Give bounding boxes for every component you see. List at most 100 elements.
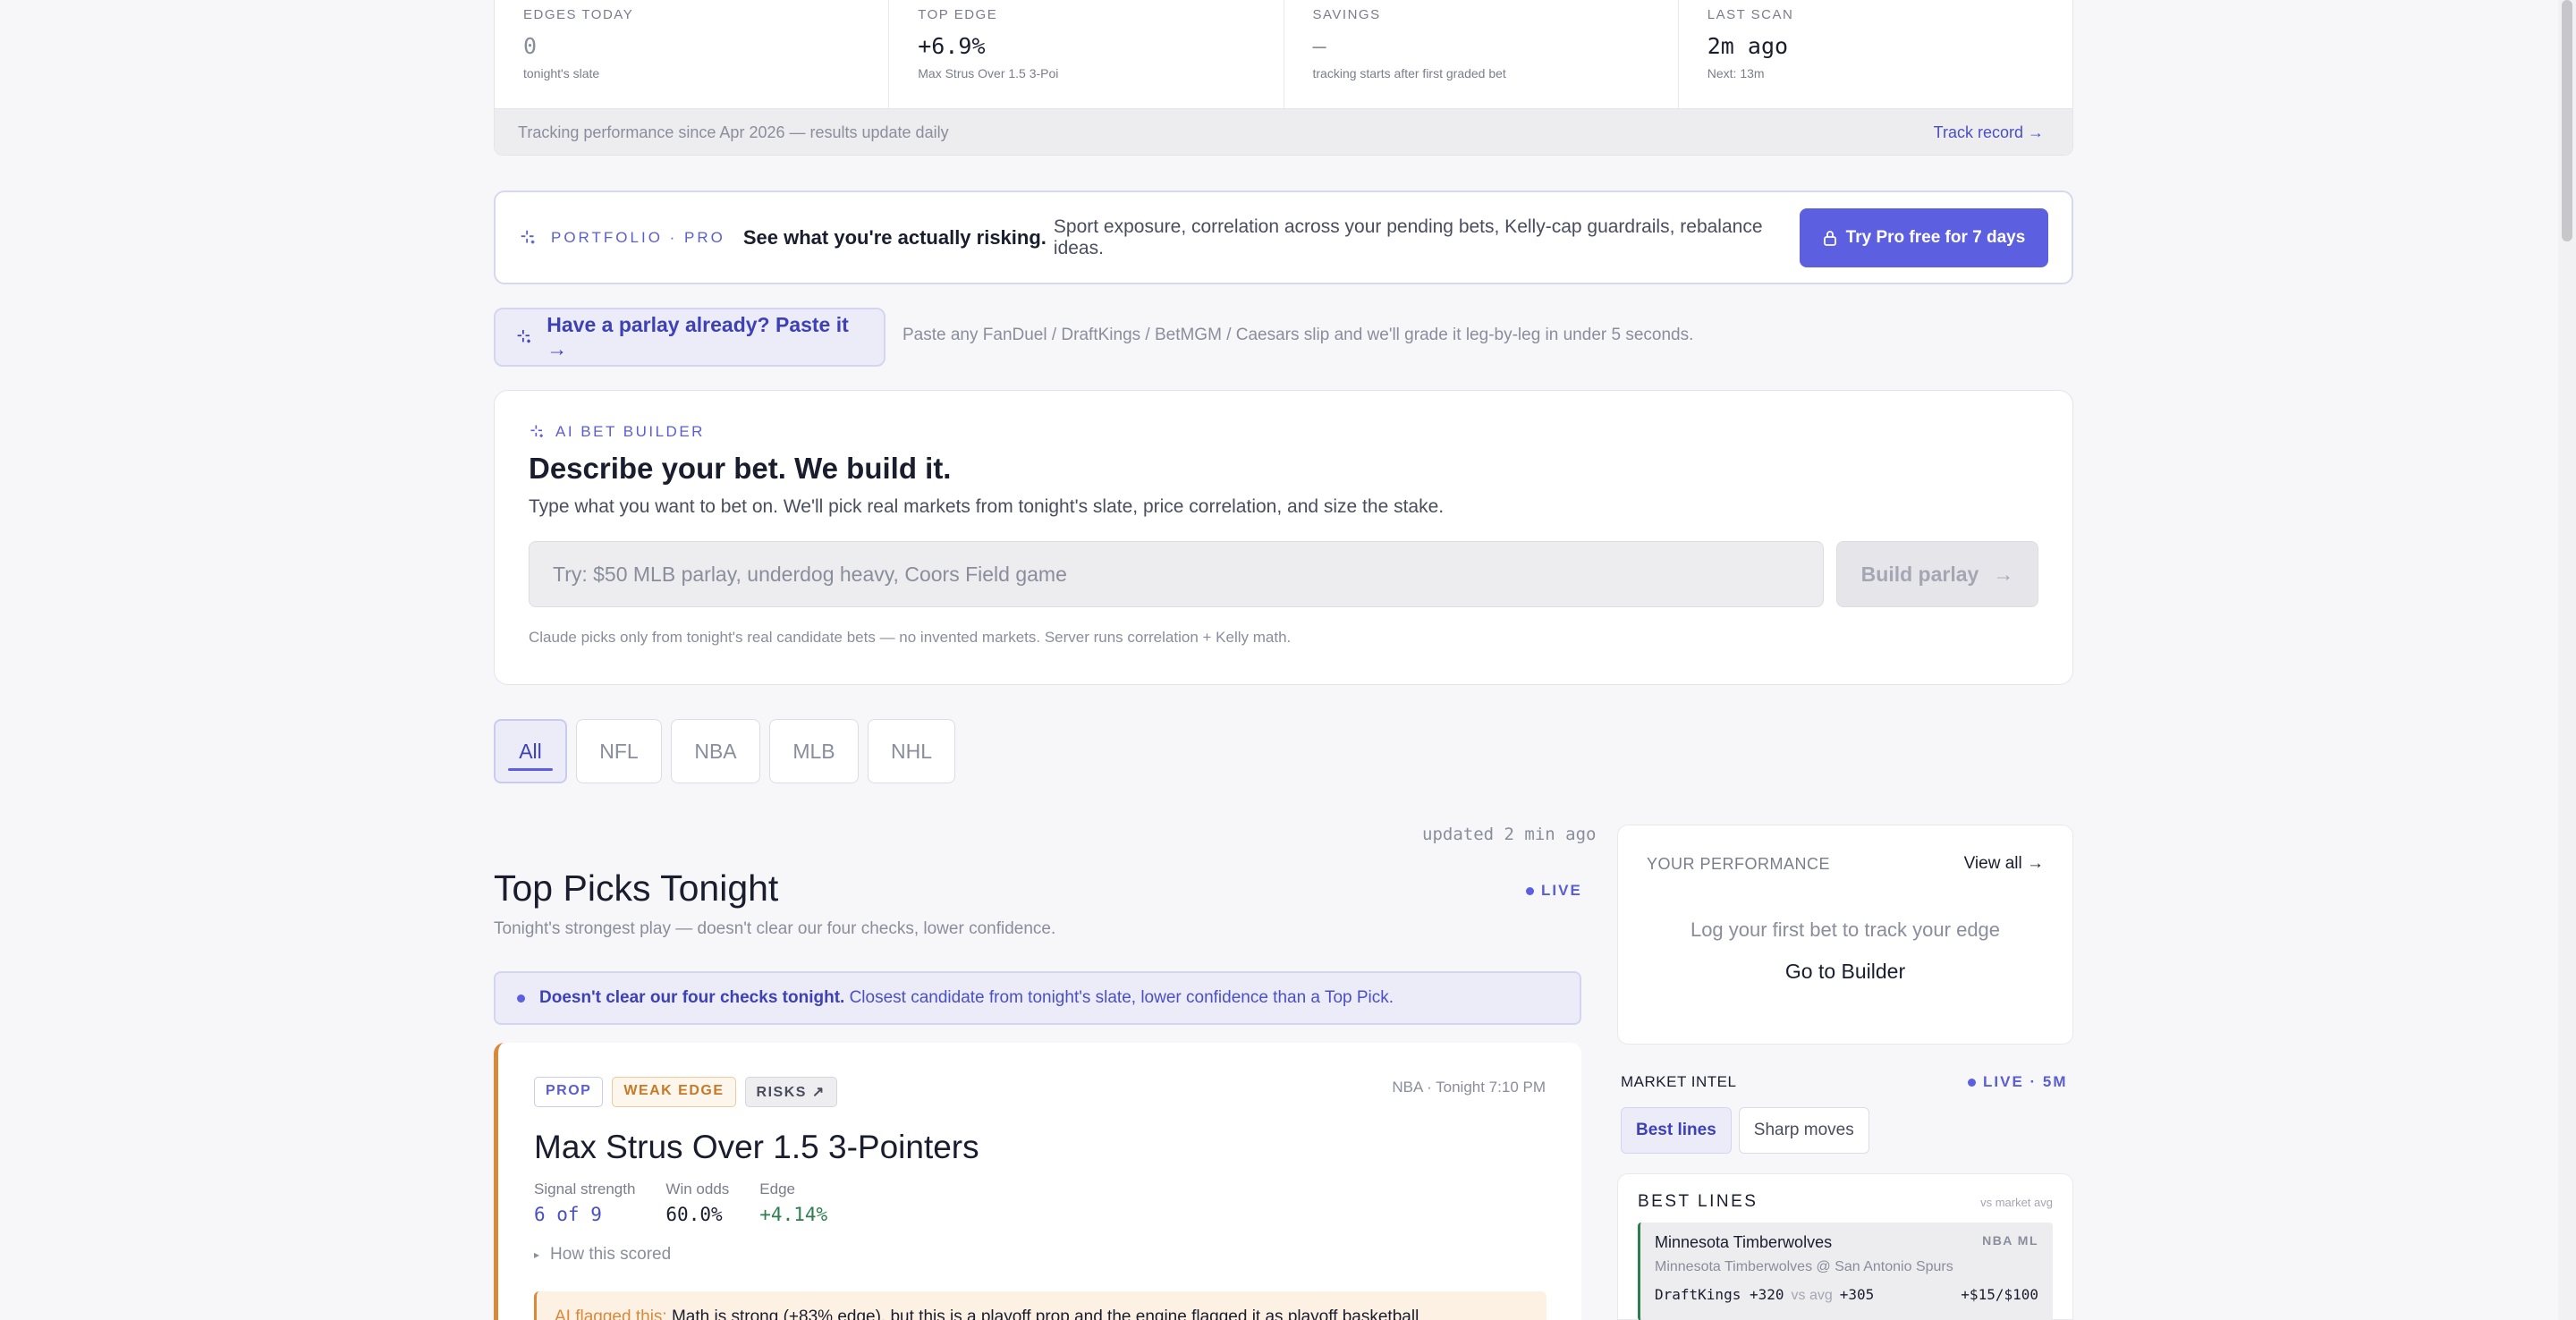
metric-edge: Edge +4.14% [759,1180,827,1225]
best-lines-card: BEST LINES vs market avg Minnesota Timbe… [1617,1173,2073,1320]
build-parlay-label: Build parlay [1860,562,1979,586]
paste-parlay-label: Have a parlay already? Paste it → [547,313,849,360]
try-pro-button[interactable]: Try Pro free for 7 days [1800,207,2048,267]
builder-title: Describe your bet. We build it. [529,452,952,485]
chevron-right-icon: ▸ [534,1248,540,1261]
tab-all[interactable]: All [494,719,567,783]
portfolio-pro-banner: PORTFOLIO · PRO See what you're actually… [494,190,2073,284]
game-info: NBA · Tonight 7:10 PM [1392,1079,1546,1096]
stat-edges-today: EDGES TODAY 0 tonight's slate [495,0,890,108]
bet-description-input[interactable] [529,541,1824,607]
metric-label: Edge [759,1180,795,1197]
line-matchup: Minnesota Timberwolves @ San Antonio Spu… [1655,1259,1953,1274]
tab-mlb[interactable]: MLB [769,719,859,783]
portfolio-headline: See what you're actually risking. [742,225,1046,249]
intel-live-label: LIVE · 5M [1983,1073,2068,1090]
stat-value: 0 [523,33,538,59]
how-scored-label: How this scored [550,1245,672,1264]
view-all-label: View all [1963,854,2022,873]
line-book-odds: DraftKings +320 [1655,1286,1784,1303]
picks-subtitle: Tonight's strongest play — doesn't clear… [494,919,1056,938]
pick-metrics: Signal strength 6 of 9 Win odds 60.0% Ed… [534,1180,1546,1225]
sparkle-icon [521,230,535,243]
metric-value: 60.0% [665,1204,723,1225]
market-intel-label: MARKET INTEL [1621,1073,1737,1090]
track-record-link[interactable]: Track record → [1934,123,2044,142]
build-parlay-button[interactable]: Build parlay → [1836,541,2038,607]
metric-signal: Signal strength 6 of 9 [534,1180,635,1225]
live-dot-icon [1526,886,1534,895]
tab-nfl[interactable]: NFL [576,719,662,783]
stat-sub: tracking starts after first graded bet [1312,66,1506,80]
tracking-note: Tracking performance since Apr 2026 — re… [518,123,949,141]
performance-empty: Log your first bet to track your edge [1690,918,2001,941]
stats-panel: EDGES TODAY 0 tonight's slate TOP EDGE +… [494,0,2073,156]
paste-parlay-button[interactable]: Have a parlay already? Paste it → [494,308,886,367]
ai-flag-label: AI flagged this: [555,1307,667,1320]
view-all-link[interactable]: View all → [1964,854,2044,874]
scroll-thumb[interactable] [2562,0,2572,241]
ai-flag-text: Math is strong (+83% edge), but this is … [671,1307,1419,1320]
intel-live-indicator: LIVE · 5M [1968,1073,2068,1091]
builder-note: Claude picks only from tonight's real ca… [529,629,1292,646]
line-item[interactable]: Minnesota Timberwolves NBA ML Minnesota … [1638,1223,2053,1320]
lock-icon [1823,230,1836,246]
badge-prop: PROP [534,1077,604,1107]
stat-label: EDGES TODAY [523,7,634,22]
badge-risks[interactable]: RISKS ↗ [744,1077,837,1107]
portfolio-tag: PORTFOLIO · PRO [551,228,725,246]
metric-label: Win odds [665,1180,730,1197]
tab-nhl[interactable]: NHL [868,719,955,783]
line-avg: +305 [1839,1286,1875,1303]
stat-label: LAST SCAN [1707,7,1794,22]
badge-weak-edge: WEAK EDGE [612,1077,736,1107]
sparkle-icon [517,330,530,343]
updated-timestamp: updated 2 min ago [1422,825,1597,844]
stat-label: TOP EDGE [918,7,998,22]
portfolio-description: Sport exposure, correlation across your … [1053,216,1763,258]
line-team: Minnesota Timberwolves [1655,1233,1833,1251]
metric-win-odds: Win odds 60.0% [665,1180,729,1225]
stat-sub: Next: 13m [1707,66,1765,80]
stat-last-scan: LAST SCAN 2m ago Next: 13m [1679,0,2072,108]
metric-label: Signal strength [534,1180,636,1197]
metric-value: 6 of 9 [534,1204,602,1225]
stat-value: 2m ago [1707,33,1789,59]
intel-tabs: Best lines Sharp moves [1621,1107,1869,1154]
try-pro-label: Try Pro free for 7 days [1845,227,2026,247]
stat-top-edge: TOP EDGE +6.9% Max Strus Over 1.5 3-Poi [889,0,1284,108]
arrow-right-icon: → [2027,854,2044,873]
tab-sharp-moves[interactable]: Sharp moves [1738,1107,1869,1154]
stat-savings: SAVINGS — tracking starts after first gr… [1284,0,1679,108]
arrow-right-icon: → [1993,562,2014,586]
checks-notice: Doesn't clear our four checks tonight. C… [494,971,1581,1025]
stats-footer: Tracking performance since Apr 2026 — re… [495,109,2072,155]
picks-title: Top Picks Tonight [494,867,779,909]
stat-sub: tonight's slate [523,66,600,80]
go-to-builder-link[interactable]: Go to Builder [1647,960,2044,984]
live-label: LIVE [1541,882,1582,899]
how-scored-toggle[interactable]: ▸ How this scored [534,1245,1546,1265]
pick-title: Max Strus Over 1.5 3-Pointers [534,1129,979,1165]
notice-text: Doesn't clear our four checks tonight. C… [539,988,1394,1008]
sparkle-icon [530,425,543,437]
performance-label: YOUR PERFORMANCE [1647,854,1831,873]
scrollbar[interactable] [2558,0,2576,1320]
stat-label: SAVINGS [1312,7,1381,22]
pick-card: PROP WEAK EDGE RISKS ↗ NBA · Tonight 7:1… [494,1043,1581,1320]
best-lines-vs: vs market avg [1980,1195,2053,1209]
tab-best-lines[interactable]: Best lines [1621,1107,1732,1154]
notice-detail: Closest candidate from tonight's slate, … [849,988,1394,1007]
best-lines-title: BEST LINES [1638,1192,1758,1211]
line-odds: DraftKings +320 vs avg +305 [1655,1286,1874,1304]
stat-value: +6.9% [918,33,986,59]
tab-nba[interactable]: NBA [671,719,760,783]
league-tabs: All NFL NBA MLB NHL [494,719,955,783]
stat-sub: Max Strus Over 1.5 3-Poi [918,66,1059,80]
metric-value: +4.14% [759,1204,828,1225]
builder-tag-label: AI BET BUILDER [555,423,705,440]
ai-flag-box: AI flagged this: Math is strong (+83% ed… [534,1291,1546,1320]
line-vs-label: vs avg [1791,1288,1833,1303]
live-dot-icon [1968,1078,1976,1087]
live-indicator: LIVE [1526,882,1582,900]
